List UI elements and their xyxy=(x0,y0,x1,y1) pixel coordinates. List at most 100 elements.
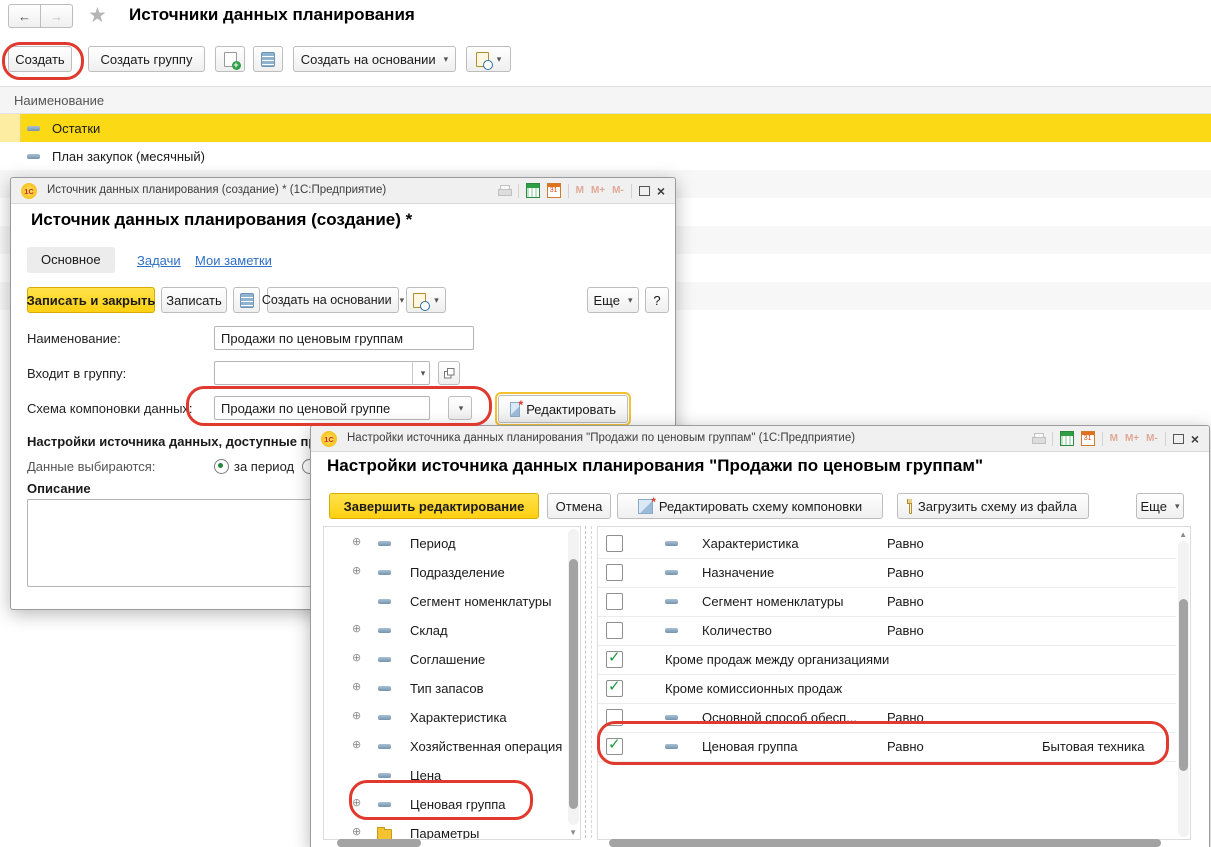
tab-tasks[interactable]: Задачи xyxy=(137,253,181,268)
panel-splitter[interactable] xyxy=(591,526,592,838)
expand-icon[interactable]: ⊕ xyxy=(352,624,361,635)
conditions-hscroll-thumb[interactable] xyxy=(609,839,1161,847)
checkbox-checked[interactable]: ✓ xyxy=(606,680,623,697)
create-group-button[interactable]: Создать группу xyxy=(88,46,205,72)
calculator-icon[interactable] xyxy=(1060,431,1074,446)
dialog1-titlebar[interactable]: 1С Источник данных планирования (создани… xyxy=(11,178,675,204)
expand-icon[interactable]: ⊕ xyxy=(352,711,361,722)
memory-mplus-button[interactable]: M+ xyxy=(591,185,605,196)
list-row-selected[interactable]: Остатки xyxy=(0,114,1211,142)
list-row[interactable]: План закупок (месячный) xyxy=(0,142,1211,170)
checkbox-unchecked[interactable] xyxy=(606,564,623,581)
condition-row[interactable]: Количество Равно xyxy=(598,616,1176,646)
tree-item-business-operation[interactable]: ⊕Хозяйственная операция xyxy=(324,732,566,761)
checkbox-checked[interactable]: ✓ xyxy=(606,651,623,668)
memory-m-button[interactable]: M xyxy=(576,185,584,196)
tree-item-segment[interactable]: Сегмент номенклатуры xyxy=(324,587,566,616)
tree-item-period[interactable]: ⊕Период xyxy=(324,529,566,558)
checkbox-checked[interactable]: ✓ xyxy=(606,738,623,755)
favorite-star-icon[interactable]: ★ xyxy=(88,3,107,28)
history-button[interactable] xyxy=(233,287,260,313)
name-input[interactable] xyxy=(214,326,474,350)
expand-icon[interactable]: ⊕ xyxy=(352,682,361,693)
memory-m-button[interactable]: M xyxy=(1110,433,1118,444)
tree-vscroll-thumb[interactable] xyxy=(569,559,578,809)
more-button[interactable]: Еще ▾ xyxy=(587,287,639,313)
condition-row-price-group[interactable]: ✓ Ценовая группа Равно Бытовая техника xyxy=(598,732,1176,762)
group-open-button[interactable] xyxy=(438,361,460,385)
create-based-on-button[interactable]: Создать на основании ▾ xyxy=(267,287,399,313)
radio-period[interactable] xyxy=(214,459,229,474)
tree-horizontal-scrollbar[interactable] xyxy=(331,839,561,847)
tab-main[interactable]: Основное xyxy=(27,247,115,273)
calendar-icon[interactable]: 31 xyxy=(1081,431,1095,446)
group-input[interactable] xyxy=(214,361,430,385)
calendar-icon[interactable]: 31 xyxy=(547,183,561,198)
edit-schema-button[interactable]: * Редактировать схему компоновки xyxy=(617,493,883,519)
checkbox-unchecked[interactable] xyxy=(606,593,623,610)
finish-editing-button[interactable]: Завершить редактирование xyxy=(329,493,539,519)
print-icon[interactable] xyxy=(1032,433,1045,445)
memory-mminus-button[interactable]: M- xyxy=(1146,433,1158,444)
save-close-button[interactable]: Записать и закрыть xyxy=(27,287,155,313)
conditions-horizontal-scrollbar[interactable] xyxy=(607,839,1173,847)
more-button[interactable]: Еще ▾ xyxy=(1136,493,1184,519)
tree-item-agreement[interactable]: ⊕Соглашение xyxy=(324,645,566,674)
condition-row[interactable]: Основной способ обесп... Равно xyxy=(598,703,1176,733)
condition-row[interactable]: ✓ Кроме комиссионных продаж xyxy=(598,674,1176,704)
expand-icon[interactable]: ⊕ xyxy=(352,798,361,809)
history-button[interactable] xyxy=(253,46,283,72)
conditions-vscroll-thumb[interactable] xyxy=(1179,599,1188,771)
cancel-button[interactable]: Отмена xyxy=(547,493,611,519)
schema-edit-button[interactable]: * Редактировать xyxy=(498,395,628,423)
tree-item-parameters[interactable]: ⊕Параметры xyxy=(324,819,566,840)
group-combo-arrow[interactable]: ▾ xyxy=(412,361,431,385)
condition-row[interactable]: Сегмент номенклатуры Равно xyxy=(598,587,1176,617)
schema-combo-button[interactable]: ▾ xyxy=(448,396,472,420)
schema-input[interactable] xyxy=(214,396,430,420)
close-icon[interactable]: × xyxy=(657,184,665,198)
checkbox-unchecked[interactable] xyxy=(606,709,623,726)
condition-row[interactable]: ✓ Кроме продаж между организациями xyxy=(598,645,1176,675)
condition-row[interactable]: Характеристика Равно xyxy=(598,529,1176,559)
tree-item-warehouse[interactable]: ⊕Склад xyxy=(324,616,566,645)
tree-hscroll-thumb[interactable] xyxy=(337,839,421,847)
tree-vertical-scrollbar[interactable] xyxy=(568,529,579,825)
back-button[interactable]: ← xyxy=(8,4,41,28)
tree-item-characteristic[interactable]: ⊕Характеристика xyxy=(324,703,566,732)
maximize-icon[interactable] xyxy=(639,186,650,196)
conditions-vertical-scrollbar[interactable] xyxy=(1178,541,1189,837)
checkbox-unchecked[interactable] xyxy=(606,622,623,639)
expand-icon[interactable]: ⊕ xyxy=(352,740,361,751)
panel-splitter[interactable] xyxy=(585,526,586,838)
expand-icon[interactable]: ⊕ xyxy=(352,537,361,548)
load-schema-button[interactable]: Загрузить схему из файла xyxy=(897,493,1089,519)
dialog2-titlebar[interactable]: 1С Настройки источника данных планирован… xyxy=(311,426,1209,452)
scroll-down-icon[interactable]: ▼ xyxy=(569,829,577,837)
memory-mplus-button[interactable]: M+ xyxy=(1125,433,1139,444)
create-button[interactable]: Создать xyxy=(8,46,72,72)
save-button[interactable]: Записать xyxy=(161,287,227,313)
condition-row[interactable]: Назначение Равно xyxy=(598,558,1176,588)
close-icon[interactable]: × xyxy=(1191,432,1199,446)
tab-my-notes[interactable]: Мои заметки xyxy=(195,253,272,268)
memory-mminus-button[interactable]: M- xyxy=(612,185,624,196)
expand-icon[interactable]: ⊕ xyxy=(352,653,361,664)
tree-item-price-group[interactable]: ⊕Ценовая группа xyxy=(324,790,566,819)
tree-item-division[interactable]: ⊕Подразделение xyxy=(324,558,566,587)
print-icon[interactable] xyxy=(498,185,511,197)
forward-button[interactable]: → xyxy=(40,4,73,28)
copy-item-button[interactable]: + xyxy=(215,46,245,72)
tree-item-price[interactable]: Цена xyxy=(324,761,566,790)
maximize-icon[interactable] xyxy=(1173,434,1184,444)
scroll-up-icon[interactable]: ▲ xyxy=(1179,531,1187,539)
expand-icon[interactable]: ⊕ xyxy=(352,566,361,577)
list-header[interactable]: Наименование xyxy=(0,86,1211,114)
checkbox-unchecked[interactable] xyxy=(606,535,623,552)
calculator-icon[interactable] xyxy=(526,183,540,198)
create-based-on-button[interactable]: Создать на основании ▾ xyxy=(293,46,456,72)
help-button[interactable]: ? xyxy=(645,287,669,313)
tree-item-stock-type[interactable]: ⊕Тип запасов xyxy=(324,674,566,703)
report-menu-button[interactable]: ▾ xyxy=(466,46,511,72)
report-menu-button[interactable]: ▾ xyxy=(406,287,446,313)
